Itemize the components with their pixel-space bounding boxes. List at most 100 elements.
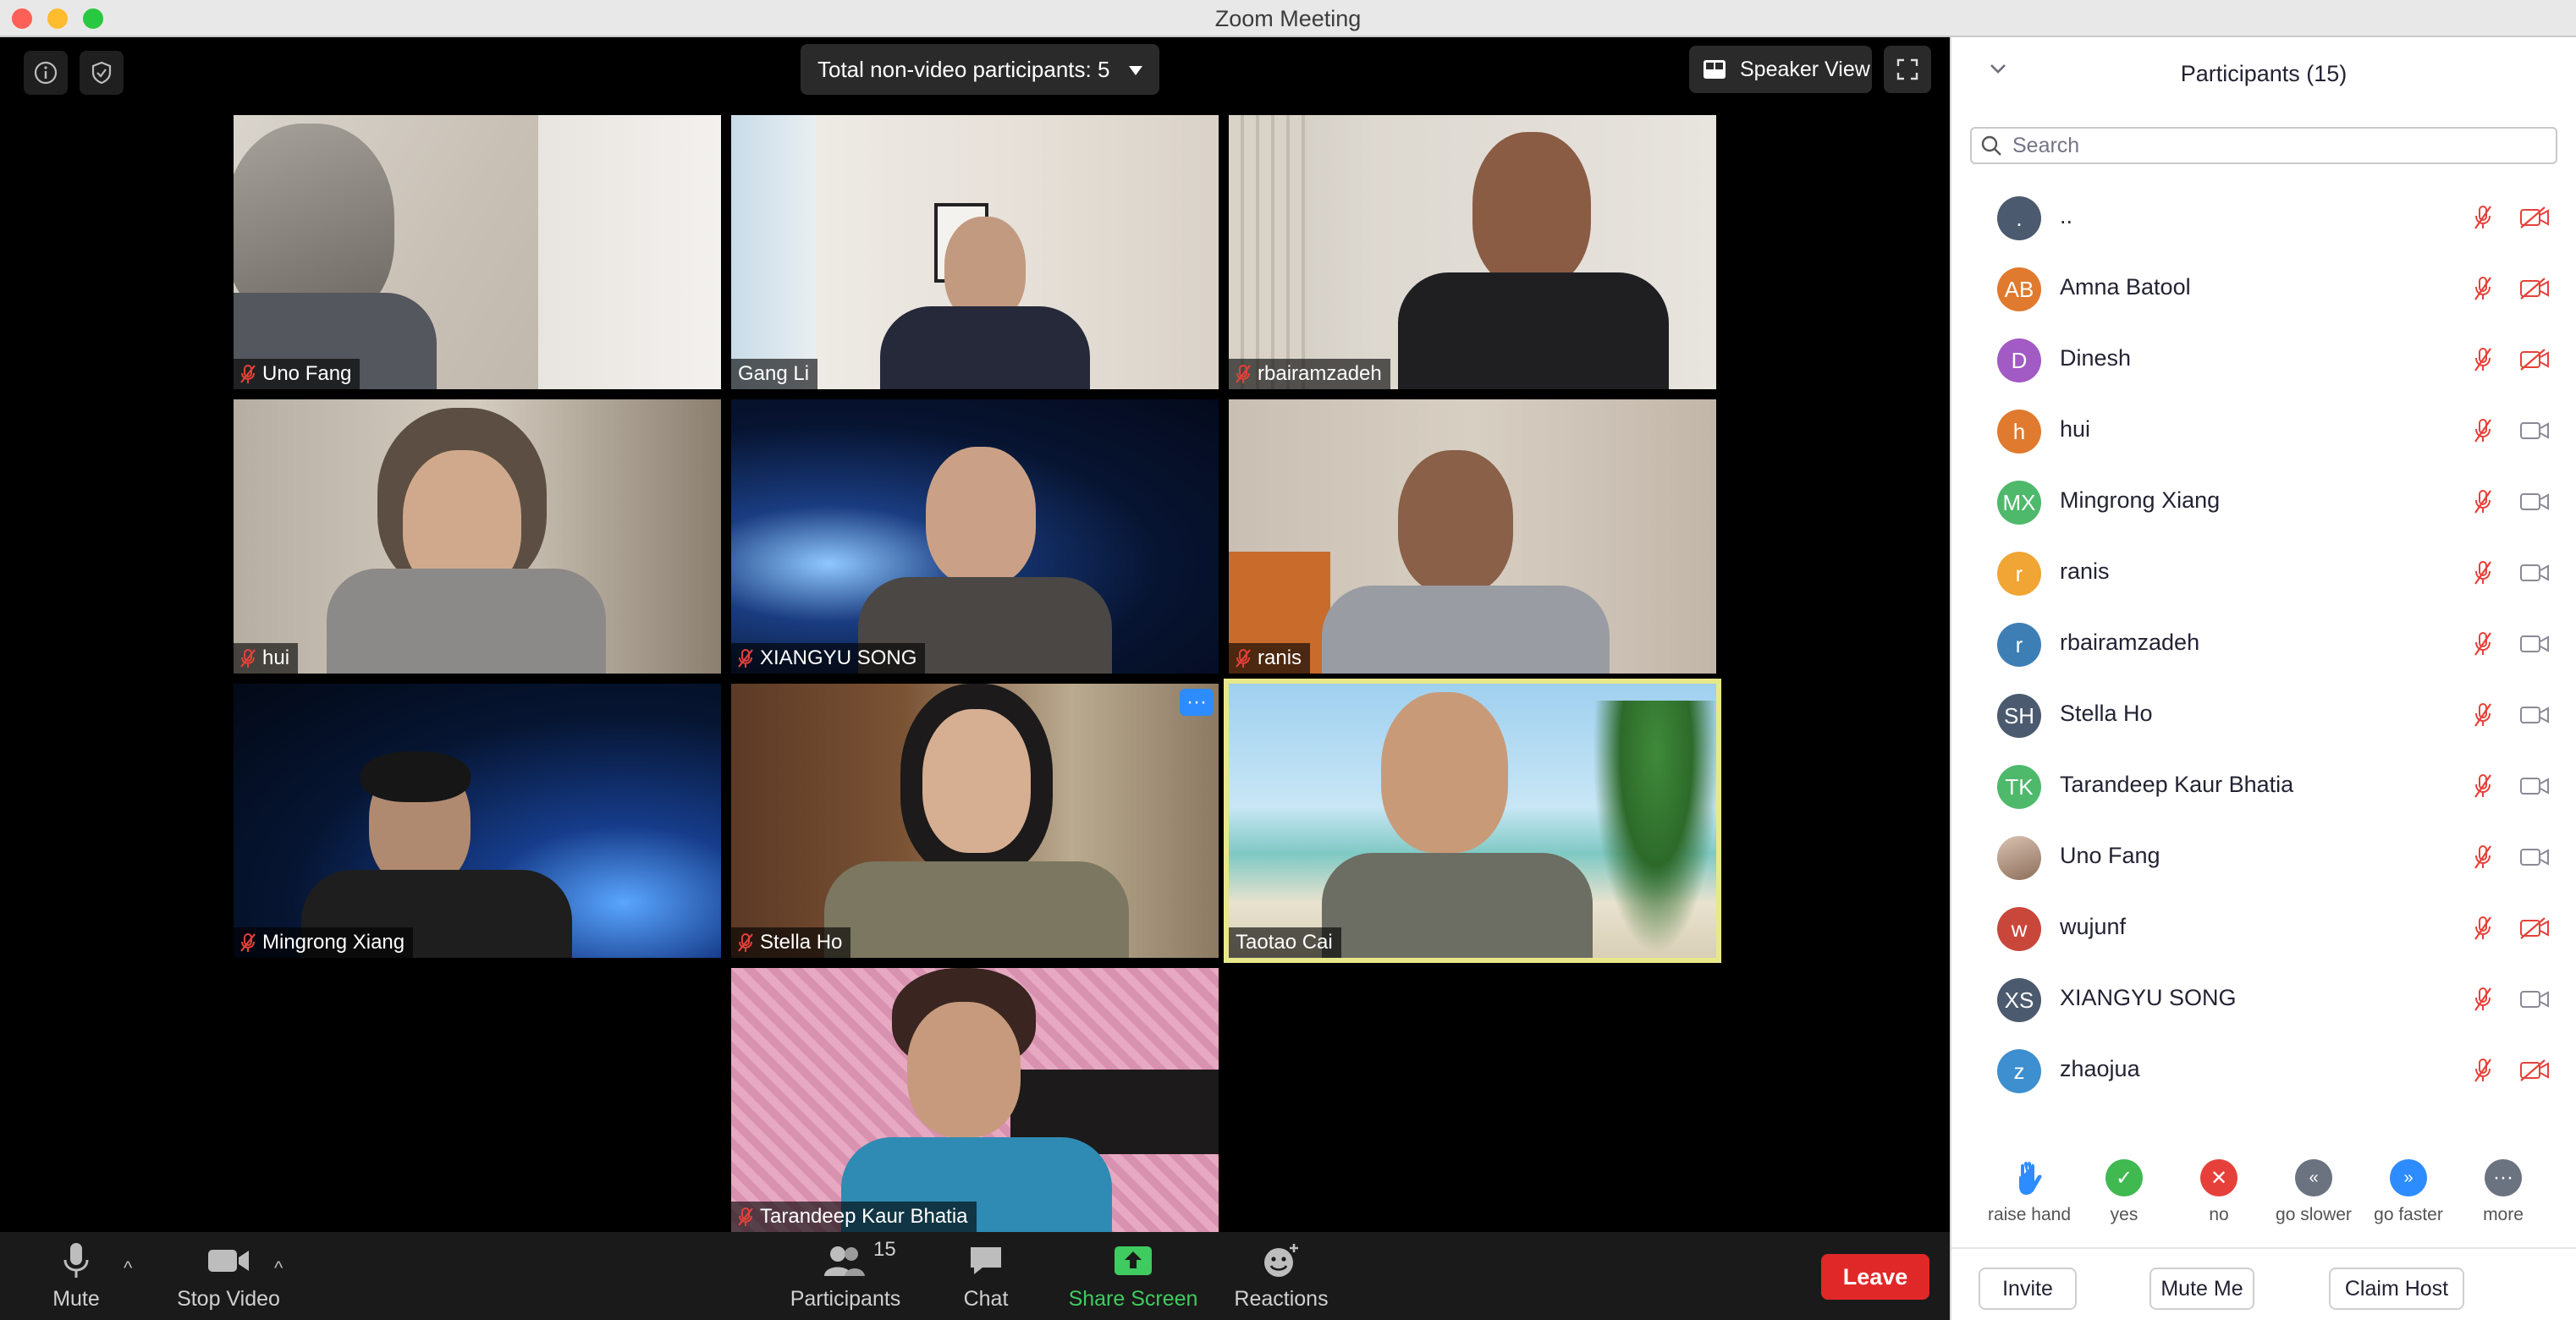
security-shield-icon[interactable] [80,51,124,95]
video-tile[interactable]: ··· Stella Ho [731,684,1219,958]
video-tile[interactable]: rbairamzadeh [1229,115,1716,389]
leave-meeting-button[interactable]: Leave [1821,1254,1929,1300]
participant-list-name: Stella Ho [2060,701,2153,726]
avatar: z [1997,1049,2041,1093]
avatar: MX [1997,481,2041,525]
raise-hand-label: raise hand [1987,1205,2072,1224]
raise-hand-button[interactable]: raise hand [1982,1146,2077,1225]
avatar: AB [1997,267,2041,311]
participant-row[interactable]: h hui [1951,396,2576,467]
go-slower-button[interactable]: « go slower [2266,1146,2361,1225]
video-on-icon [2520,422,2549,439]
video-on-icon [2520,991,2549,1008]
video-tile[interactable]: Tarandeep Kaur Bhatia [731,968,1219,1232]
participant-row[interactable]: TK Tarandeep Kaur Bhatia [1951,751,2576,822]
avatar: . [1997,196,2041,240]
video-on-icon [2520,635,2549,652]
participant-row[interactable]: r rbairamzadeh [1951,609,2576,680]
video-off-icon [2520,1059,2549,1081]
participants-button[interactable]: 15 Participants [782,1232,909,1320]
participant-row[interactable]: SH Stella Ho [1951,680,2576,751]
share-screen-button[interactable]: Share Screen [1061,1232,1205,1320]
audio-options-caret-icon[interactable]: ^ [124,1257,132,1279]
video-options-caret-icon[interactable]: ^ [274,1257,283,1279]
video-tile[interactable]: Uno Fang [234,115,721,389]
avatar: r [1997,552,2041,596]
video-on-icon [2520,707,2549,723]
participant-list-name: wujunf [2060,914,2127,939]
mute-label: Mute [52,1287,100,1311]
speaker-view-button[interactable]: Speaker View [1689,46,1872,93]
tile-more-options-button[interactable]: ··· [1180,689,1214,716]
chat-label: Chat [963,1287,1009,1311]
muted-mic-icon [738,1207,753,1226]
video-tile[interactable]: Gang Li [731,115,1219,389]
mute-button[interactable]: Mute [34,1232,118,1320]
stop-video-button[interactable]: Stop Video [168,1232,289,1320]
meeting-info-icon[interactable] [24,51,68,95]
chat-button[interactable]: Chat [948,1232,1024,1320]
video-on-icon [2520,564,2549,581]
participant-row[interactable]: XS XIANGYU SONG [1951,965,2576,1036]
video-off-icon [2520,206,2549,228]
participant-row[interactable]: MX Mingrong Xiang [1951,467,2576,538]
video-tile-active-speaker[interactable]: Taotao Cai [1224,679,1721,963]
video-on-icon [2520,493,2549,510]
video-off-icon [2520,278,2549,300]
participant-name: Gang Li [738,362,810,385]
muted-mic-icon [2474,916,2491,940]
participant-row[interactable]: w wujunf [1951,894,2576,965]
participant-row[interactable]: . .. [1951,183,2576,254]
muted-mic-icon [2474,987,2491,1011]
meeting-toolbar: Mute ^ Stop Video ^ 15 Participants Chat… [0,1232,1950,1320]
participants-icon [824,1246,865,1276]
go-faster-button[interactable]: » go faster [2361,1146,2456,1225]
video-on-icon [2520,849,2549,866]
participants-panel: Participants (15) . .. AB Amna Batool D … [1950,37,2576,1320]
fullscreen-button[interactable] [1884,46,1931,93]
participant-row[interactable]: z zhaojua [1951,1036,2576,1107]
participant-search-field[interactable] [1970,127,2557,164]
participant-name: Taotao Cai [1236,931,1333,954]
video-tile[interactable]: hui [234,399,721,674]
participant-list-name: hui [2060,416,2091,442]
search-input[interactable] [2011,132,2522,159]
mute-me-button[interactable]: Mute Me [2149,1268,2254,1310]
muted-mic-icon [2474,632,2491,656]
no-label: no [2209,1205,2229,1224]
muted-mic-icon [240,933,256,952]
participant-row[interactable]: r ranis [1951,538,2576,609]
microphone-icon [63,1243,89,1278]
stop-video-label: Stop Video [177,1287,280,1311]
participants-count-badge: 15 [873,1238,896,1261]
muted-mic-icon [738,933,753,952]
yes-button[interactable]: ✓ yes [2077,1146,2171,1225]
video-tile[interactable]: Mingrong Xiang [234,684,721,958]
participant-list-name: Dinesh [2060,345,2132,371]
participant-row[interactable]: Uno Fang [1951,822,2576,894]
reactions-button[interactable]: Reactions [1230,1232,1332,1320]
no-button[interactable]: ✕ no [2171,1146,2266,1225]
muted-mic-icon [2474,419,2491,443]
participant-name: Mingrong Xiang [262,931,405,954]
video-off-icon [2520,917,2549,939]
nonverbal-feedback-bar: raise hand ✓ yes ✕ no « go slower » go f… [1951,1146,2576,1247]
claim-host-button[interactable]: Claim Host [2329,1268,2464,1310]
participant-row[interactable]: D Dinesh [1951,325,2576,396]
participant-list-name: rbairamzadeh [2060,630,2200,655]
invite-button[interactable]: Invite [1979,1268,2077,1310]
more-reactions-button[interactable]: ··· more [2456,1146,2551,1225]
emoji-add-icon [1264,1244,1298,1277]
muted-mic-icon [2474,845,2491,869]
participants-label: Participants [790,1287,901,1311]
check-icon: ✓ [2105,1159,2143,1196]
title-bar: Zoom Meeting [0,0,2576,37]
non-video-participants-dropdown[interactable]: Total non-video participants: 5 [801,44,1159,95]
video-tile[interactable]: ranis [1229,399,1716,674]
avatar: TK [1997,765,2041,809]
participant-name: Stella Ho [760,931,843,954]
video-tile[interactable]: XIANGYU SONG [731,399,1219,674]
speaker-view-label: Speaker View [1740,57,1870,81]
participant-row[interactable]: AB Amna Batool [1951,254,2576,325]
participant-list-name: Mingrong Xiang [2060,487,2221,513]
